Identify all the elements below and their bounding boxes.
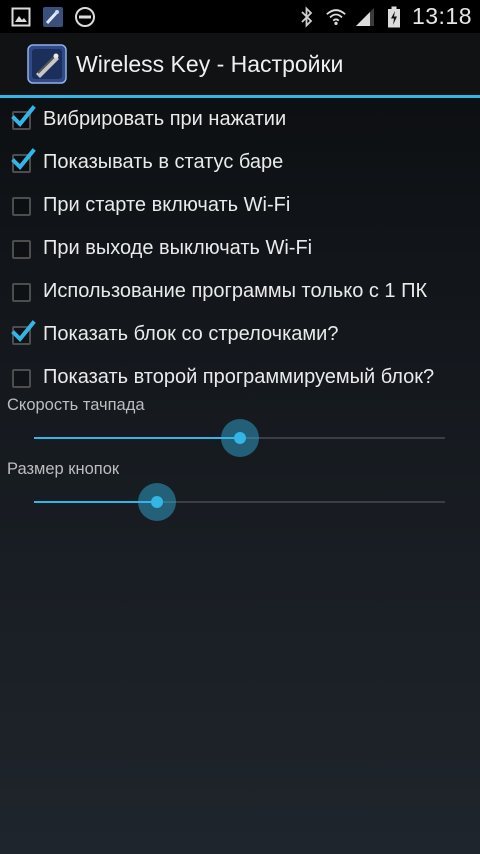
checkbox[interactable] bbox=[9, 104, 36, 133]
checkbox[interactable] bbox=[9, 147, 36, 176]
preference-list: Вибрировать при нажатии Показывать в ста… bbox=[0, 98, 480, 399]
pref-label: Вибрировать при нажатии bbox=[43, 108, 287, 130]
status-time: 13:18 bbox=[411, 3, 472, 29]
pref-label: Показывать в статус баре bbox=[43, 151, 284, 173]
checkbox[interactable] bbox=[9, 236, 35, 262]
wireless-key-app-icon[interactable] bbox=[26, 43, 68, 85]
signal-icon bbox=[354, 6, 376, 28]
touchpad-speed-slider[interactable] bbox=[34, 419, 445, 457]
check-icon bbox=[11, 319, 36, 342]
gallery-icon bbox=[10, 6, 32, 28]
page-title: Wireless Key - Настройки bbox=[76, 50, 344, 77]
action-bar: Wireless Key - Настройки bbox=[0, 33, 480, 95]
battery-charging-icon bbox=[383, 6, 405, 28]
status-bar: 13:18 bbox=[0, 0, 480, 33]
pref-arrow-block[interactable]: Показать блок со стрелочками? bbox=[0, 313, 480, 356]
wifi-icon bbox=[325, 6, 347, 28]
slider-title: Скорость тачпада bbox=[7, 396, 145, 414]
slider-title: Размер кнопок bbox=[7, 460, 120, 478]
slider-fill bbox=[34, 437, 240, 439]
touchpad-speed-setting: Скорость тачпада bbox=[0, 396, 480, 457]
checkbox[interactable] bbox=[9, 319, 36, 348]
pref-wifi-on-start[interactable]: При старте включать Wi-Fi bbox=[0, 184, 480, 227]
slider-thumb[interactable] bbox=[220, 419, 259, 457]
checkbox[interactable] bbox=[9, 193, 35, 219]
checkbox[interactable] bbox=[9, 365, 35, 391]
do-not-disturb-icon bbox=[74, 6, 96, 28]
button-size-slider[interactable] bbox=[34, 483, 445, 521]
pref-show-in-status-bar[interactable]: Показывать в статус баре bbox=[0, 141, 480, 184]
pref-single-pc[interactable]: Использование программы только с 1 ПК bbox=[0, 270, 480, 313]
slider-thumb[interactable] bbox=[138, 483, 177, 521]
pref-second-programmable-block[interactable]: Показать второй программируемый блок? bbox=[0, 356, 480, 399]
check-icon bbox=[11, 104, 36, 127]
pref-label: Показать второй программируемый блок? bbox=[43, 366, 435, 388]
bluetooth-icon bbox=[296, 5, 318, 28]
button-size-setting: Размер кнопок bbox=[0, 460, 480, 521]
check-icon bbox=[11, 147, 36, 170]
pref-label: Показать блок со стрелочками? bbox=[43, 323, 339, 345]
pref-label: При старте включать Wi-Fi bbox=[43, 194, 291, 216]
pref-wifi-off-exit[interactable]: При выходе выключать Wi-Fi bbox=[0, 227, 480, 270]
pref-vibrate[interactable]: Вибрировать при нажатии bbox=[0, 98, 480, 141]
pref-label: Использование программы только с 1 ПК bbox=[43, 280, 428, 302]
pref-label: При выходе выключать Wi-Fi bbox=[43, 237, 313, 259]
checkbox[interactable] bbox=[9, 279, 35, 305]
app-notification-icon bbox=[42, 6, 64, 28]
